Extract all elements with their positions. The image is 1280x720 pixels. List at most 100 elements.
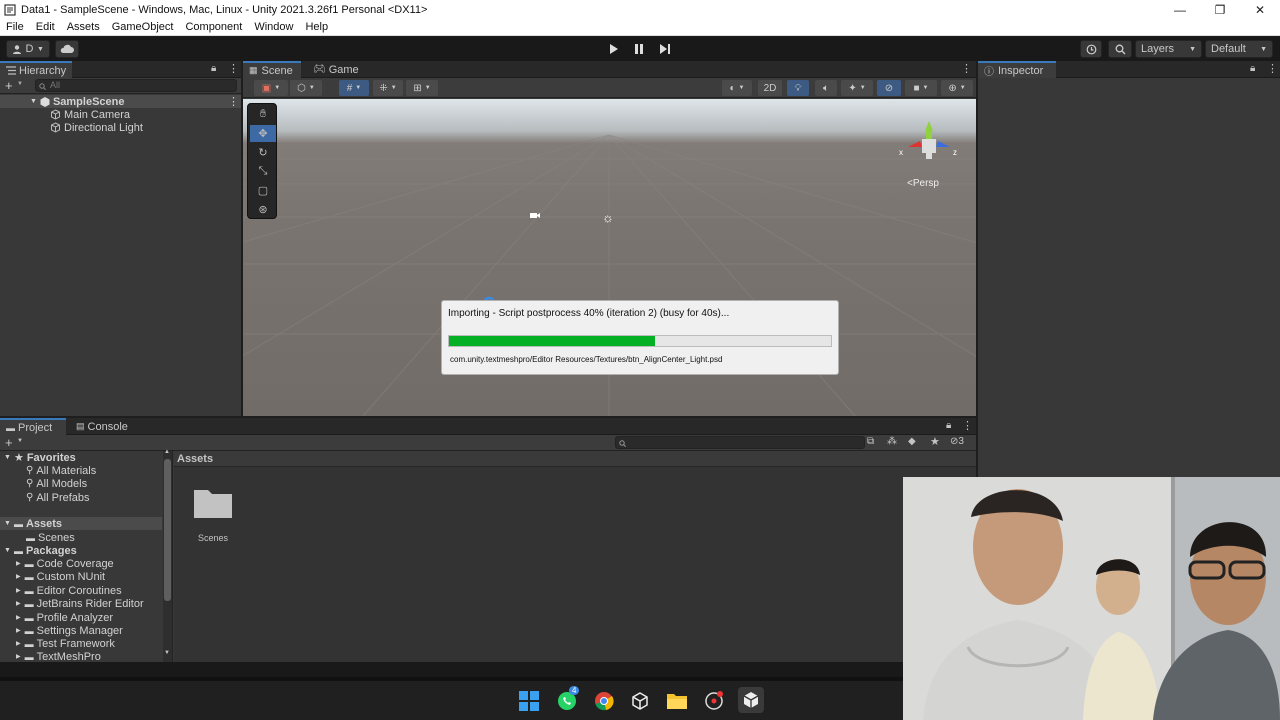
menu-gameobject[interactable]: GameObject [106, 21, 180, 33]
expand-arrow-icon[interactable]: ▼ [30, 98, 37, 105]
scene-overlay-menu-icon[interactable]: ☰ [888, 99, 897, 109]
assets-folder-row[interactable]: ▼ ▬ Assets [0, 517, 162, 530]
unity-editor-taskbar-button[interactable] [738, 687, 764, 713]
favorite-star-icon[interactable]: ★ [930, 435, 940, 448]
expand-arrow-icon[interactable]: ▼ [4, 520, 11, 527]
projection-toggle[interactable]: <Persp [907, 178, 939, 189]
menu-component[interactable]: Component [179, 21, 248, 33]
expand-arrow-icon[interactable]: ▶ [16, 614, 21, 621]
toggle-2d-button[interactable]: 2D [758, 80, 782, 96]
more-options-icon[interactable]: ⋮ [962, 419, 973, 432]
effects-dropdown[interactable]: ✦ ▼ [841, 80, 873, 96]
more-options-icon[interactable]: ⋮ [1267, 62, 1278, 75]
search-button[interactable] [1108, 40, 1132, 58]
folder-item[interactable]: ▬ Scenes [26, 531, 75, 544]
file-explorer-taskbar-button[interactable] [666, 690, 688, 712]
expand-arrow-icon[interactable]: ▶ [16, 627, 21, 634]
expand-arrow-icon[interactable]: ▼ [4, 454, 11, 461]
lighting-toggle[interactable]: 💡︎ [787, 80, 809, 96]
search-by-type-icon[interactable]: ⧉ [867, 436, 874, 447]
package-item[interactable]: ▶ ▬ Profile Analyzer [16, 611, 113, 624]
tab-game[interactable]: 🎮︎ Game [307, 61, 365, 78]
draw-mode-dropdown[interactable]: ▣ ▼ [254, 80, 288, 96]
undo-history-button[interactable] [1080, 40, 1102, 58]
scroll-down-icon[interactable]: ▼ [164, 650, 170, 656]
expand-arrow-icon[interactable]: ▶ [16, 587, 21, 594]
more-options-icon[interactable]: ⋮ [228, 95, 239, 108]
package-item[interactable]: ▶ ▬ Editor Coroutines [16, 584, 122, 597]
cloud-button[interactable] [55, 40, 79, 58]
account-dropdown[interactable]: D ▼ [6, 40, 50, 58]
shading-dropdown[interactable]: ⬡ ▼ [290, 80, 322, 96]
expand-arrow-icon[interactable]: ▶ [16, 560, 21, 567]
expand-arrow-icon[interactable]: ▶ [16, 653, 21, 660]
tab-project[interactable]: ▬ Project [0, 418, 66, 435]
more-options-icon[interactable]: ⋮ [961, 62, 972, 75]
hand-tool-button[interactable]: ✋︎ [250, 106, 276, 123]
move-tool-button[interactable]: ✥ [250, 125, 276, 142]
layout-dropdown[interactable]: Default ▼ [1205, 40, 1273, 58]
filter-type-icon[interactable]: ⁂ [887, 436, 897, 447]
light-gizmo-icon[interactable]: ☼ [602, 210, 614, 225]
package-item[interactable]: ▶ ▬ Test Framework [16, 637, 115, 650]
favorites-item[interactable]: ⚲ All Models [26, 477, 87, 490]
windows-start-button[interactable] [518, 690, 540, 712]
whatsapp-taskbar-button[interactable]: 4 [556, 686, 580, 712]
menu-edit[interactable]: Edit [30, 21, 61, 33]
hidden-objects-toggle[interactable]: ⊘ [877, 80, 901, 96]
step-button[interactable] [652, 40, 678, 58]
hierarchy-search-input[interactable]: All [35, 79, 237, 92]
hierarchy-item[interactable]: Main Camera [50, 108, 130, 121]
camera-dropdown[interactable]: ■ ▼ [905, 80, 937, 96]
expand-arrow-icon[interactable]: ▶ [16, 573, 21, 580]
asset-folder-tile[interactable]: Scenes [191, 484, 235, 543]
gizmos-dropdown[interactable]: ⊕ ▼ [941, 80, 973, 96]
rotate-tool-button[interactable]: ↻ [250, 144, 276, 161]
favorites-item[interactable]: ⚲ All Materials [26, 464, 96, 477]
lock-icon[interactable]: 🔒︎ [946, 420, 951, 431]
tag-icon[interactable]: ◆ [908, 436, 916, 447]
pause-button[interactable] [626, 40, 652, 58]
package-item[interactable]: ▶ ▬ Custom NUnit [16, 570, 105, 583]
package-item[interactable]: ▶ ▬ JetBrains Rider Editor [16, 597, 144, 610]
package-item[interactable]: ▶ ▬ Settings Manager [16, 624, 123, 637]
scrollbar-thumb[interactable] [164, 459, 171, 601]
favorites-item[interactable]: ⚲ All Prefabs [26, 491, 90, 504]
menu-help[interactable]: Help [299, 21, 334, 33]
rect-tool-button[interactable]: ▢ [250, 182, 276, 199]
add-icon[interactable]: + [5, 435, 13, 450]
chrome-taskbar-button[interactable] [593, 690, 615, 712]
maximize-button[interactable]: ❐ [1200, 0, 1240, 19]
minimize-button[interactable]: — [1160, 0, 1200, 19]
favorites-row[interactable]: ▼ ★ Favorites [4, 451, 76, 465]
tab-scene[interactable]: ▦ Scene [243, 61, 301, 78]
scroll-up-icon[interactable]: ▲ [164, 449, 170, 455]
tab-console[interactable]: ▤ Console [70, 418, 134, 435]
add-icon[interactable]: + [5, 78, 13, 93]
hidden-packages-toggle[interactable]: ⊘3 [950, 436, 964, 447]
hierarchy-item[interactable]: Directional Light [50, 121, 143, 134]
folder-tree-scrollbar[interactable]: ▲ ▼ [163, 449, 172, 662]
orientation-dropdown[interactable]: ◐ ▼ [722, 80, 752, 96]
menu-window[interactable]: Window [248, 21, 299, 33]
tab-inspector[interactable]: ⓘ Inspector [978, 61, 1056, 78]
menu-assets[interactable]: Assets [61, 21, 106, 33]
scale-tool-button[interactable]: ⤡ [250, 163, 276, 180]
expand-arrow-icon[interactable]: ▼ [4, 547, 11, 554]
more-options-icon[interactable]: ⋮ [228, 62, 239, 75]
camera-gizmo-icon[interactable] [529, 209, 541, 219]
packages-folder-row[interactable]: ▼ ▬ Packages [4, 544, 77, 557]
increment-snap-dropdown[interactable]: ⁜ ▼ [373, 80, 403, 96]
lock-icon[interactable]: 🔒︎ [1250, 63, 1255, 74]
unity-hub-taskbar-button[interactable] [629, 690, 651, 712]
grid-snap-dropdown[interactable]: # ▼ [339, 80, 369, 96]
tab-hierarchy[interactable]: Hierarchy [0, 61, 73, 78]
play-button[interactable] [600, 40, 626, 58]
orientation-gizmo[interactable]: x z [898, 117, 960, 165]
project-search-input[interactable] [615, 436, 865, 449]
close-button[interactable]: ✕ [1240, 0, 1280, 19]
transform-tool-button[interactable]: ⊛ [250, 201, 276, 218]
expand-arrow-icon[interactable]: ▶ [16, 600, 21, 607]
align-dropdown[interactable]: ⊞ ▼ [406, 80, 438, 96]
layers-dropdown[interactable]: Layers ▼ [1135, 40, 1202, 58]
